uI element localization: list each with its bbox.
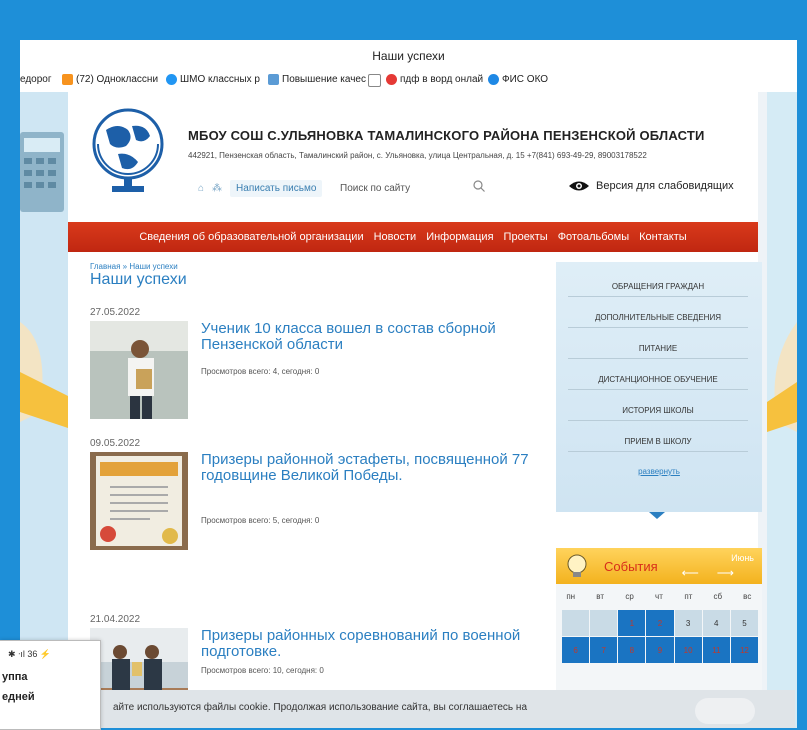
nav-item-news[interactable]: Новости (374, 231, 417, 243)
pdf-icon (386, 74, 397, 85)
window-title: Наши успехи (372, 49, 445, 63)
post-title-link[interactable]: Призеры районной эстафеты, посвященной 7… (201, 452, 551, 484)
bookmark-item[interactable]: ФИС ОКО (488, 74, 548, 85)
post-title-link[interactable]: Призеры районных соревнований по военной… (201, 628, 551, 660)
calendar-row: 1 2 3 4 5 (562, 610, 758, 636)
sitemap-icon[interactable]: ⁂ (212, 183, 222, 194)
nav-item-contacts[interactable]: Контакты (639, 231, 687, 243)
eye-icon (569, 181, 589, 191)
sidebar-item-distance-learning[interactable]: ДИСТАНЦИОННОЕ ОБУЧЕНИЕ (568, 375, 748, 390)
calendar-day[interactable]: 2 (646, 610, 674, 636)
sidebar-item-food[interactable]: ПИТАНИЕ (568, 344, 748, 359)
accessibility-link[interactable]: Версия для слабовидящих (568, 180, 734, 192)
chevron-down-icon (649, 512, 665, 519)
page-icon (368, 74, 381, 87)
calendar-day (590, 610, 618, 636)
bookmark-item[interactable]: Повышение качес (268, 74, 366, 85)
phone-notification[interactable]: ✱ ᐧıl 36 ⚡ уппа едней (0, 640, 101, 730)
bookmark-item[interactable]: (72) Одноклассни (62, 74, 158, 85)
calendar-day[interactable]: 12 (730, 637, 758, 663)
news-post: 27.05.2022 Ученик 10 класса вошел в сост… (90, 307, 550, 419)
sidebar-item-additional-info[interactable]: ДОПОЛНИТЕЛЬНЫЕ СВЕДЕНИЯ (568, 313, 748, 328)
site-header: МБОУ СОШ С.УЛЬЯНОВКА ТАМАЛИНСКОГО РАЙОНА… (68, 92, 758, 222)
cookie-banner: айте используются файлы cookie. Продолжа… (0, 690, 807, 728)
calendar-row: 6 7 8 9 10 11 12 (562, 637, 758, 663)
calendar-month: Июнь (731, 553, 754, 563)
browser-window: Наши успехи едорог (72) Одноклассни ШМО … (20, 40, 797, 728)
post-views: Просмотров всего: 5, сегодня: 0 (201, 516, 320, 525)
calendar-day[interactable]: 11 (702, 637, 730, 663)
calendar-day[interactable]: 10 (674, 637, 702, 663)
post-title-link[interactable]: Ученик 10 класса вошел в состав сборной … (201, 321, 551, 353)
sidebar-item-appeals[interactable]: ОБРАЩЕНИЯ ГРАЖДАН (568, 282, 748, 297)
nav-item-projects[interactable]: Проекты (504, 231, 548, 243)
sidebar-menu: ОБРАЩЕНИЯ ГРАЖДАН ДОПОЛНИТЕЛЬНЫЕ СВЕДЕНИ… (556, 262, 762, 519)
site-address: 442921, Пензенская область, Тамалинский … (188, 151, 647, 160)
home-icon[interactable]: ⌂ (198, 183, 204, 194)
notification-line: едней (2, 691, 35, 703)
bookmark-item[interactable]: пдф в ворд онлай (386, 74, 483, 85)
main-content: Главная » Наши успехи Наши успехи 27.05.… (68, 252, 762, 728)
search-input[interactable]: Поиск по сайту (340, 183, 410, 194)
calendar-day[interactable]: 8 (618, 637, 646, 663)
lightbulb-icon (567, 554, 587, 577)
nav-item-info-org[interactable]: Сведения об образовательной организации (139, 231, 363, 243)
odnoklassniki-icon (62, 74, 73, 85)
site-title: МБОУ СОШ С.УЛЬЯНОВКА ТАМАЛИНСКОГО РАЙОНА… (188, 128, 705, 143)
calendar-day (562, 610, 590, 636)
calendar-day[interactable]: 9 (646, 637, 674, 663)
nav-item-photos[interactable]: Фотоальбомы (558, 231, 629, 243)
post-thumbnail[interactable] (90, 452, 188, 550)
sidebar-item-admission[interactable]: ПРИЕМ В ШКОЛУ (568, 437, 748, 452)
calendar-day[interactable]: 5 (730, 610, 758, 636)
title-bar: Наши успехи (20, 40, 797, 70)
phone-status-bar: ✱ ᐧıl 36 ⚡ (8, 649, 52, 659)
search-icon[interactable] (473, 180, 485, 192)
news-post: 09.05.2022 Призеры районной эстафеты, по… (90, 438, 550, 550)
sidebar-item-history[interactable]: ИСТОРИЯ ШКОЛЫ (568, 406, 748, 421)
events-header: События Июнь ⟵⟶ (556, 548, 762, 584)
page-title: Наши успехи (90, 271, 187, 288)
fis-icon (488, 74, 499, 85)
post-date: 09.05.2022 (90, 438, 141, 449)
cookie-text: айте используются файлы cookie. Продолжа… (113, 702, 527, 713)
events-title: События (604, 559, 658, 574)
post-thumbnail[interactable] (90, 321, 188, 419)
calendar-day[interactable]: 4 (702, 610, 730, 636)
document-icon (268, 74, 279, 85)
bookmark-item[interactable] (368, 74, 381, 87)
write-letter-button[interactable]: Написать письмо (230, 180, 323, 197)
expand-link[interactable]: развернуть (556, 467, 762, 476)
post-date: 21.04.2022 (90, 614, 141, 625)
check-icon (166, 74, 177, 85)
calendar-day[interactable]: 6 (562, 637, 590, 663)
post-date: 27.05.2022 (90, 307, 141, 318)
calendar-nav[interactable]: ⟵⟶ (682, 566, 752, 580)
bookmarks-bar: едорог (72) Одноклассни ШМО классных р П… (20, 70, 797, 92)
calendar-day[interactable]: 7 (590, 637, 618, 663)
calendar-day[interactable]: 3 (674, 610, 702, 636)
bookmark-item[interactable]: едорог (20, 74, 52, 85)
header-actions: ⌂ ⁂ Написать письмо (198, 180, 323, 197)
notification-line: уппа (2, 671, 28, 683)
post-views: Просмотров всего: 10, сегодня: 0 (201, 666, 324, 675)
breadcrumb[interactable]: Главная » Наши успехи (90, 262, 178, 271)
nav-item-information[interactable]: Информация (426, 231, 493, 243)
globe-logo-icon (92, 108, 164, 192)
website: МБОУ СОШ С.УЛЬЯНОВКА ТАМАЛИНСКОГО РАЙОНА… (20, 92, 797, 728)
calendar-weekdays: пн вт ср чт пт сб вс (566, 592, 752, 601)
cookie-accept-button[interactable] (695, 698, 755, 724)
decor-right (767, 92, 797, 728)
news-post: 21.04.2022 Призеры районных соревнований… (90, 614, 550, 726)
post-views: Просмотров всего: 4, сегодня: 0 (201, 367, 320, 376)
bookmark-item[interactable]: ШМО классных р (166, 74, 260, 85)
main-nav: Сведения об образовательной организации … (68, 222, 758, 252)
calendar-day[interactable]: 1 (618, 610, 646, 636)
